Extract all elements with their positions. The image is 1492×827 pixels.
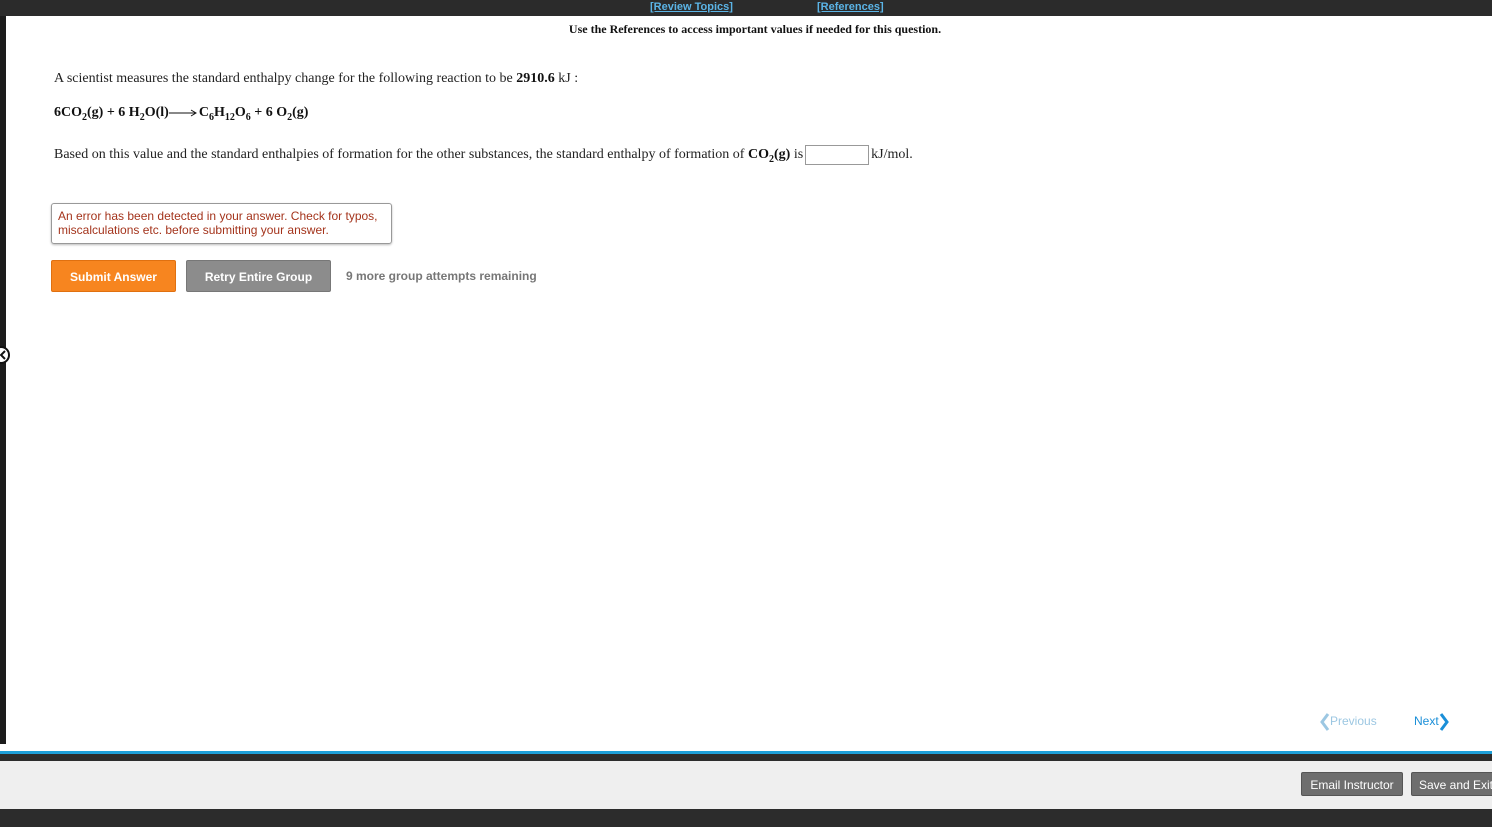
question-intro-text: A scientist measures the standard enthal… — [54, 71, 517, 86]
question-intro: A scientist measures the standard enthal… — [54, 71, 578, 87]
footer: Email Instructor Save and Exit — [0, 761, 1492, 809]
product-glucose: C — [198, 105, 209, 120]
product-glucose-o: O — [234, 105, 246, 120]
collapse-panel-button[interactable] — [0, 346, 10, 364]
answer-prompt-text: Based on this value and the standard ent… — [54, 147, 748, 163]
bottom-bar — [0, 809, 1492, 827]
product-state: (g) — [292, 105, 309, 120]
chevron-left-icon — [1320, 713, 1330, 731]
reactant-water: O(l) — [144, 105, 169, 120]
species-co2: CO — [747, 147, 769, 163]
product-oxygen: + 6 O — [250, 105, 288, 120]
footer-dark-band — [0, 754, 1492, 761]
chevron-left-icon — [0, 350, 6, 360]
enthalpy-unit: kJ : — [554, 71, 579, 86]
reaction-arrow-icon — [168, 109, 197, 117]
reaction-equation: 6CO2(g) + 6 H2O(l) C6H12O6 + 6 O2(g) — [54, 105, 308, 123]
save-and-exit-button[interactable]: Save and Exit — [1411, 772, 1492, 796]
subscript: 12 — [224, 111, 235, 123]
retry-entire-group-button[interactable]: Retry Entire Group — [186, 260, 331, 292]
previous-label: Previous — [1330, 714, 1377, 729]
reactant-state: (g) + 6 H — [87, 105, 140, 120]
species-state: (g) — [773, 147, 791, 163]
left-border — [0, 16, 6, 744]
product-glucose-h: H — [213, 105, 225, 120]
chevron-right-icon — [1439, 713, 1449, 731]
next-button[interactable]: Next — [1414, 712, 1449, 732]
reference-note: Use the References to access important v… — [568, 22, 942, 36]
previous-button[interactable]: Previous — [1320, 712, 1377, 732]
email-instructor-button[interactable]: Email Instructor — [1301, 772, 1403, 796]
top-bar: [Review Topics] [References] — [0, 0, 1492, 16]
answer-unit: kJ/mol. — [871, 147, 913, 163]
submit-answer-button[interactable]: Submit Answer — [51, 260, 176, 292]
reactant-co2: 6CO — [54, 105, 82, 120]
next-label: Next — [1414, 714, 1439, 729]
enthalpy-value: 2910.6 — [516, 71, 555, 86]
page: [Review Topics] [References] Use the Ref… — [0, 0, 1492, 827]
attempts-remaining: 9 more group attempts remaining — [346, 269, 537, 283]
error-message: An error has been detected in your answe… — [51, 203, 392, 244]
answer-prompt-is: is — [790, 147, 804, 163]
answer-input[interactable] — [805, 145, 870, 165]
answer-prompt: Based on this value and the standard ent… — [54, 145, 913, 165]
references-link[interactable]: [References] — [817, 1, 884, 13]
review-topics-link[interactable]: [Review Topics] — [650, 1, 733, 13]
